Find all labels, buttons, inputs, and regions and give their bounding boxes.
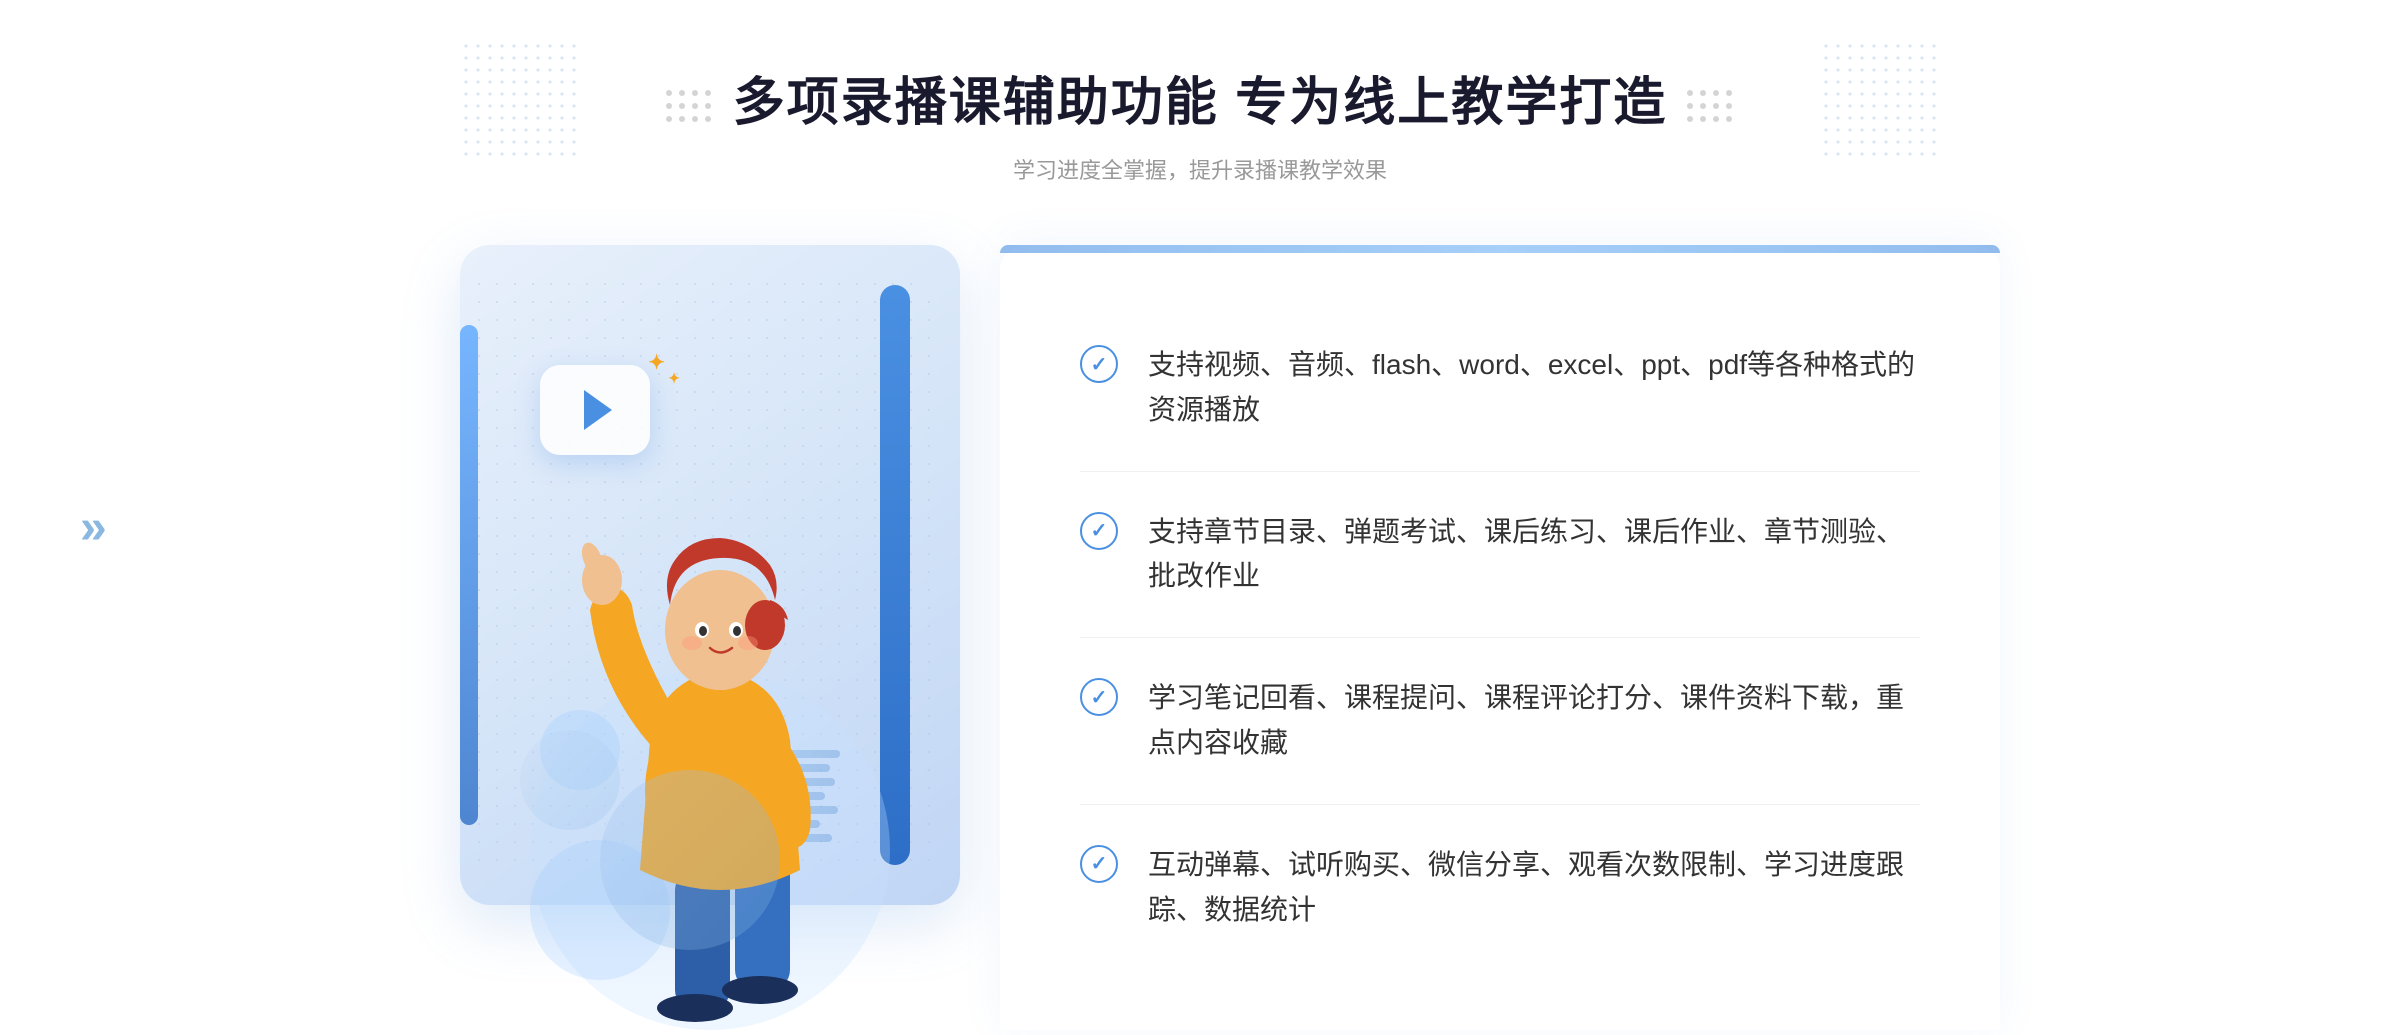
check-circle: ✓ [1080, 512, 1118, 550]
grid-dot [1700, 116, 1706, 122]
play-triangle-icon [584, 390, 612, 430]
dots-decoration-right [1820, 40, 1940, 160]
grid-dot [1713, 116, 1719, 122]
title-area: 多项录播课辅助功能 专为线上教学打造 [666, 60, 1734, 153]
grid-dot [1713, 90, 1719, 96]
check-icon-1: ✓ [1080, 345, 1118, 383]
grid-dot [1700, 103, 1706, 109]
deco-circle-medium [520, 730, 620, 830]
check-icon-3: ✓ [1080, 678, 1118, 716]
features-top-curve [1000, 245, 2000, 253]
grid-dot [1687, 103, 1693, 109]
feature-item-4: ✓ 互动弹幕、试听购买、微信分享、观看次数限制、学习进度跟踪、数据统计 [1080, 805, 1920, 971]
check-mark: ✓ [1091, 851, 1108, 876]
grid-dot [692, 90, 698, 96]
page-container: » 多项录播课辅助功能 专为线上教学打造 [0, 0, 2400, 974]
grid-dots-right [1687, 90, 1734, 124]
grid-dot [1726, 103, 1732, 109]
grid-dot [705, 90, 711, 96]
check-mark: ✓ [1091, 518, 1108, 543]
grid-dot [1687, 90, 1693, 96]
dots-decoration-left [460, 40, 580, 160]
feature-text-4: 互动弹幕、试听购买、微信分享、观看次数限制、学习进度跟踪、数据统计 [1148, 843, 1920, 933]
feature-text-2: 支持章节目录、弹题考试、课后练习、课后作业、章节测验、批改作业 [1148, 510, 1920, 600]
chevron-decoration: » [80, 500, 107, 555]
grid-dot [1713, 103, 1719, 109]
grid-dots-left [666, 90, 713, 124]
play-bubble [540, 365, 650, 455]
check-icon-4: ✓ [1080, 845, 1118, 883]
grid-dot [1687, 116, 1693, 122]
check-circle: ✓ [1080, 678, 1118, 716]
header-section: 多项录播课辅助功能 专为线上教学打造 学习进度全掌握，提升录播课教学效果 [666, 60, 1734, 185]
check-circle: ✓ [1080, 845, 1118, 883]
grid-dot [705, 116, 711, 122]
main-content: ✦ ✦ [400, 245, 2000, 1030]
grid-dot [705, 103, 711, 109]
feature-item-1: ✓ 支持视频、音频、flash、word、excel、ppt、pdf等各种格式的… [1080, 305, 1920, 472]
grid-dot [679, 103, 685, 109]
grid-dot [666, 90, 672, 96]
grid-dot [666, 116, 672, 122]
check-mark: ✓ [1091, 685, 1108, 710]
page-subtitle: 学习进度全掌握，提升录播课教学效果 [666, 153, 1734, 185]
grid-dot [692, 103, 698, 109]
grid-dot [1700, 90, 1706, 96]
grid-dot [666, 103, 672, 109]
check-mark: ✓ [1091, 352, 1108, 377]
feature-text-1: 支持视频、音频、flash、word、excel、ppt、pdf等各种格式的资源… [1148, 343, 1920, 433]
grid-dot [1726, 116, 1732, 122]
grid-dot [679, 90, 685, 96]
sparkle-icon-1: ✦ [648, 350, 665, 375]
grid-dot [692, 116, 698, 122]
grid-dot [1726, 90, 1732, 96]
feature-text-3: 学习笔记回看、课程提问、课程评论打分、课件资料下载，重点内容收藏 [1148, 676, 1920, 766]
sparkle-icon-2: ✦ [668, 370, 680, 387]
feature-item-2: ✓ 支持章节目录、弹题考试、课后练习、课后作业、章节测验、批改作业 [1080, 472, 1920, 639]
features-container: ✓ 支持视频、音频、flash、word、excel、ppt、pdf等各种格式的… [1000, 245, 2000, 1030]
page-title: 多项录播课辅助功能 专为线上教学打造 [733, 60, 1667, 135]
grid-dot [679, 116, 685, 122]
check-circle: ✓ [1080, 345, 1118, 383]
illustration-container: ✦ ✦ [400, 245, 1020, 1030]
check-icon-2: ✓ [1080, 512, 1118, 550]
feature-item-3: ✓ 学习笔记回看、课程提问、课程评论打分、课件资料下载，重点内容收藏 [1080, 638, 1920, 805]
deco-circle-large [600, 770, 780, 950]
blue-accent-bar [460, 325, 478, 825]
